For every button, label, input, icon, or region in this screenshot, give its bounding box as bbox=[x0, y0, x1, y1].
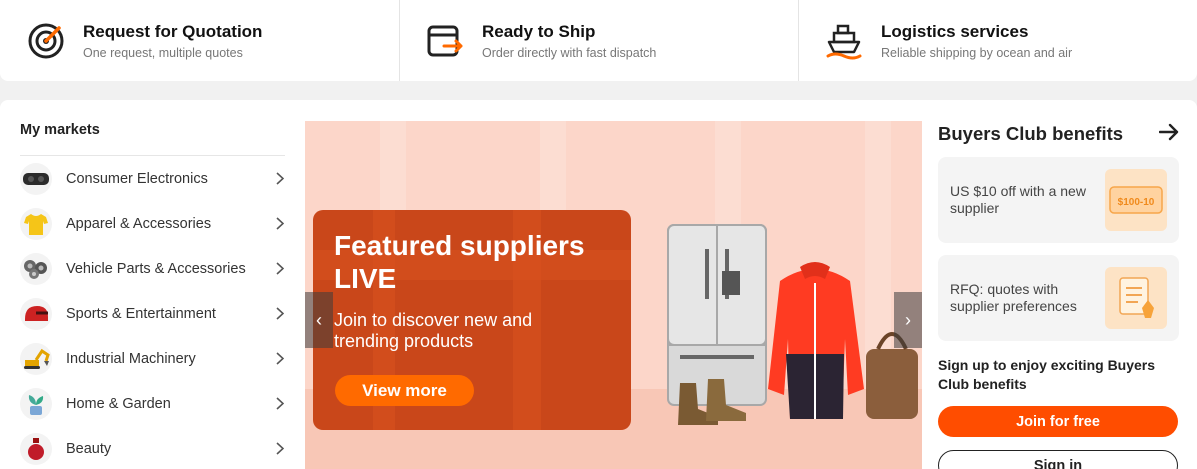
products-illustration bbox=[667, 224, 918, 425]
market-item-label: Vehicle Parts & Accessories bbox=[66, 260, 246, 277]
market-item-apparel[interactable]: Apparel & Accessories bbox=[20, 201, 288, 246]
buyers-club-header[interactable]: Buyers Club benefits bbox=[938, 122, 1179, 146]
carousel-next-button[interactable]: › bbox=[894, 292, 922, 348]
market-item-label: Home & Garden bbox=[66, 395, 171, 412]
helmet-icon bbox=[20, 297, 52, 330]
main-panel: My markets Consumer Electronics Apparel … bbox=[0, 100, 1197, 469]
buyers-club-panel: Buyers Club benefits US $10 off with a n… bbox=[938, 100, 1179, 469]
service-logistics[interactable]: Logistics services Reliable shipping by … bbox=[798, 0, 1197, 81]
service-title: Logistics services bbox=[881, 21, 1029, 41]
markets-title: My markets bbox=[20, 122, 100, 138]
perfume-icon bbox=[20, 432, 52, 465]
market-item-label: Sports & Entertainment bbox=[66, 305, 216, 322]
service-title: Ready to Ship bbox=[482, 21, 596, 41]
chevron-right-icon bbox=[274, 217, 286, 231]
promo-subtitle: Join to discover new and trending produc… bbox=[334, 310, 533, 351]
buyers-club-title: Buyers Club benefits bbox=[938, 123, 1124, 144]
benefit-card-rfq[interactable]: RFQ: quotes with supplier preferences bbox=[938, 255, 1179, 341]
coupon-badge: $100-10 bbox=[1118, 197, 1155, 208]
vr-headset-icon bbox=[20, 162, 52, 195]
sign-in-button[interactable]: Sign in bbox=[938, 450, 1178, 469]
market-item-consumer-electronics[interactable]: Consumer Electronics bbox=[20, 156, 288, 201]
market-item-label: Beauty bbox=[66, 440, 112, 457]
box-arrow-icon bbox=[425, 21, 465, 61]
service-ready-to-ship[interactable]: Ready to Ship Order directly with fast d… bbox=[399, 0, 798, 81]
market-item-label: Apparel & Accessories bbox=[66, 215, 212, 232]
market-item-beauty[interactable]: Beauty bbox=[20, 426, 288, 469]
market-item-home-garden[interactable]: Home & Garden bbox=[20, 381, 288, 426]
service-rfq[interactable]: Request for Quotation One request, multi… bbox=[0, 0, 399, 81]
service-subtitle: Reliable shipping by ocean and air bbox=[881, 45, 1073, 60]
market-item-label: Consumer Electronics bbox=[66, 170, 208, 187]
market-item-label: Industrial Machinery bbox=[66, 350, 196, 367]
signup-text: Sign up to enjoy exciting Buyers Club be… bbox=[938, 357, 1156, 392]
target-icon bbox=[26, 21, 66, 61]
view-more-button[interactable]: View more bbox=[335, 375, 474, 406]
chevron-right-icon bbox=[274, 352, 286, 366]
join-for-free-button[interactable]: Join for free bbox=[938, 406, 1178, 437]
benefit-card-coupon[interactable]: US $10 off with a new supplier $100-10 bbox=[938, 157, 1179, 243]
service-subtitle: One request, multiple quotes bbox=[83, 45, 243, 60]
chevron-right-icon bbox=[274, 262, 286, 276]
market-item-vehicle-parts[interactable]: Vehicle Parts & Accessories bbox=[20, 246, 288, 291]
chevron-right-icon: › bbox=[905, 309, 911, 330]
services-bar: Request for Quotation One request, multi… bbox=[0, 0, 1197, 81]
carousel-prev-button[interactable]: ‹ bbox=[305, 292, 333, 348]
service-subtitle: Order directly with fast dispatch bbox=[482, 45, 657, 60]
excavator-icon bbox=[20, 342, 52, 375]
market-item-sports[interactable]: Sports & Entertainment bbox=[20, 291, 288, 336]
featured-banner[interactable]: Featured suppliers LIVE Join to discover… bbox=[305, 121, 922, 469]
wheels-icon bbox=[20, 252, 52, 285]
promo-card: Featured suppliers LIVE Join to discover… bbox=[313, 210, 631, 430]
chevron-left-icon: ‹ bbox=[316, 309, 322, 330]
benefit-text: RFQ: quotes with supplier preferences bbox=[950, 281, 1077, 314]
markets-sidebar: My markets Consumer Electronics Apparel … bbox=[20, 100, 288, 469]
benefit-text: US $10 off with a new supplier bbox=[950, 183, 1086, 216]
market-item-industrial-machinery[interactable]: Industrial Machinery bbox=[20, 336, 288, 381]
chevron-right-icon bbox=[274, 172, 286, 186]
ship-icon bbox=[824, 21, 864, 61]
checklist-icon bbox=[1105, 267, 1167, 329]
chevron-right-icon bbox=[274, 442, 286, 456]
service-title: Request for Quotation bbox=[83, 21, 263, 41]
chevron-right-icon bbox=[274, 307, 286, 321]
coupon-icon: $100-10 bbox=[1105, 169, 1167, 231]
promo-title: Featured suppliers LIVE bbox=[334, 230, 585, 294]
chevron-right-icon bbox=[274, 397, 286, 411]
plant-icon bbox=[20, 387, 52, 420]
tshirt-icon bbox=[20, 207, 52, 240]
arrow-right-icon[interactable] bbox=[1158, 123, 1179, 146]
